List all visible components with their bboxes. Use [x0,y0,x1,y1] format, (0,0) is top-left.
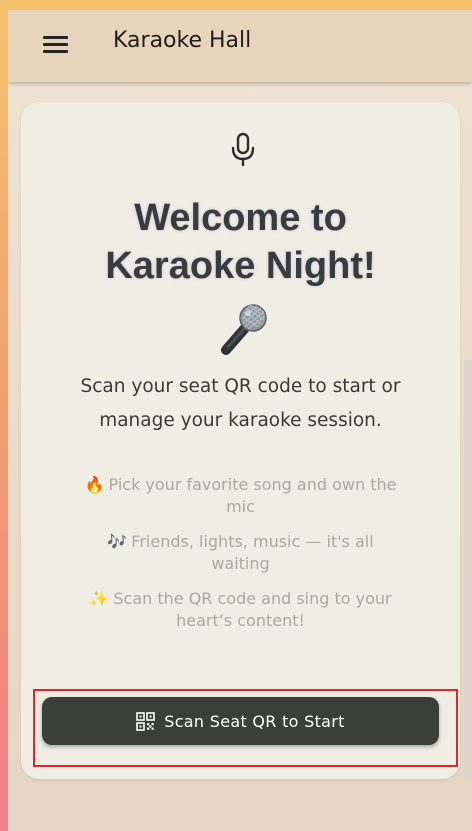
fire-icon: 🔥 [84,475,105,494]
feature-text: Pick your favorite song and own the mic [108,475,397,516]
feature-item-friends-lights: 🎶 Friends, lights, music — it's all waiti… [76,531,405,575]
welcome-title-line-2: Karaoke Night! [105,245,376,287]
scan-button-label: Scan Seat QR to Start [164,711,345,731]
hamburger-menu-icon[interactable] [43,32,69,58]
sparkles-icon: ✨ [89,589,110,608]
scan-seat-qr-button[interactable]: Scan Seat QR to Start [42,697,439,745]
app-bar: Karaoke Hall [8,10,472,82]
welcome-card: Welcome to Karaoke Night! Scan your seat… [21,102,460,779]
intro-text: Scan your seat QR code to start or manag… [80,376,401,431]
welcome-title: Welcome to Karaoke Night! [41,194,440,290]
welcome-title-line-1: Welcome to [134,197,347,239]
qr-code-icon [136,711,156,731]
feature-text: Friends, lights, music — it's all waitin… [131,532,374,573]
music-notes-icon: 🎶 [107,532,128,551]
app-title: Karaoke Hall [113,28,252,53]
feature-item-scan-sing: ✨ Scan the QR code and sing to your heart… [76,588,405,632]
background-edge [464,360,472,780]
microphone-outline-icon [231,132,255,167]
feature-item-pick-song: 🔥 Pick your favorite song and own the mic [76,474,405,518]
feature-text: Scan the QR code and sing to your heart’… [113,589,392,630]
microphone-emoji-icon [221,304,267,355]
